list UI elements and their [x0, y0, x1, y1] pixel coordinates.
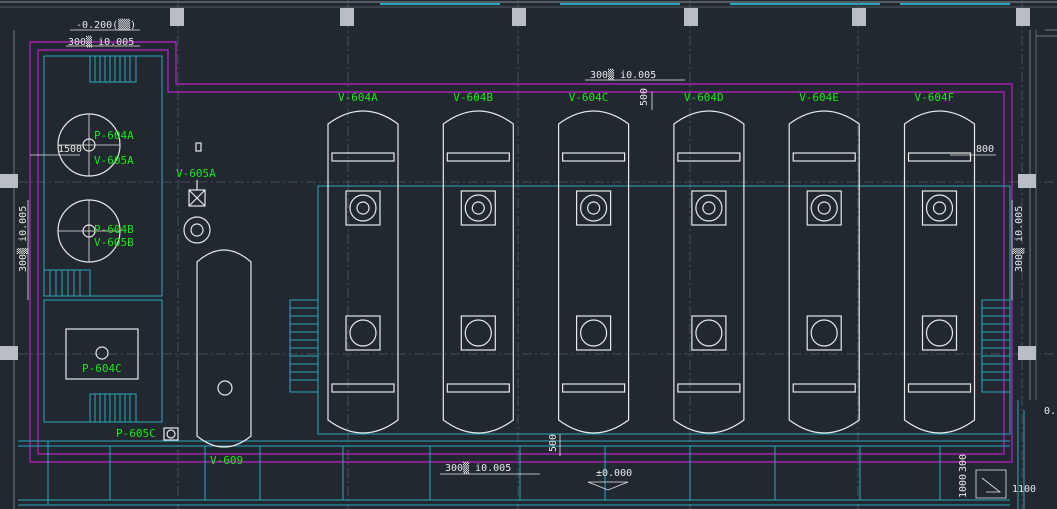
tank-label: V-604B — [453, 91, 493, 104]
cad-drawing: V-604A V-604B V-604C V-604D V-604E V-604F — [0, 0, 1057, 509]
label-v605a: V-605A — [176, 167, 216, 180]
tank-label: V-604F — [915, 91, 955, 104]
tank-v-604e: V-604E — [788, 91, 860, 434]
tank-v-604a: V-604A — [327, 91, 399, 434]
label-p604a: P-604A — [94, 129, 134, 142]
dim-800: 800 — [976, 144, 994, 155]
slope-right: 300▒ i0.005 — [1012, 206, 1025, 272]
axis-grid — [0, 0, 1057, 509]
tank-group: V-604A V-604B V-604C V-604D V-604E V-604F — [327, 91, 976, 434]
labels: -0.200(▒▒) 300▒ i0.005 300▒ i0.005 300▒ … — [16, 18, 1056, 498]
drainage-trench — [18, 55, 1025, 509]
dim-1100: 1100 — [1012, 484, 1036, 495]
slope-bottom: 300▒ i0.005 — [445, 461, 511, 474]
tank-v-604d: V-604D — [673, 91, 745, 434]
dim-1000: 1000 — [958, 474, 969, 498]
tank-v-604c: V-604C — [558, 91, 630, 434]
dim-1500: 1500 — [58, 144, 82, 155]
label-v605b: V-605B — [94, 236, 134, 249]
vessel-v605a — [183, 142, 211, 244]
tank-label: V-604C — [569, 91, 609, 104]
right-edge-note: 0. — [1044, 406, 1056, 417]
tank-label: V-604E — [799, 91, 839, 104]
slope-top: 300▒ i0.005 — [590, 68, 656, 81]
building-walls — [0, 1, 1057, 509]
stairs-left-mid — [43, 269, 91, 297]
dim-500-top: 500 — [639, 88, 650, 106]
tank-v-604f: V-604F — [903, 91, 976, 434]
vessel-v609 — [196, 249, 252, 448]
label-p604c: P-604C — [82, 362, 122, 375]
stairs-left-bottom — [89, 393, 137, 423]
dike-wall — [29, 41, 1013, 463]
tank-v-604b: V-604B — [442, 91, 514, 434]
label-v609: V-609 — [210, 454, 243, 467]
tank-label: V-604D — [684, 91, 724, 104]
label-p605c: P-605C — [116, 427, 156, 440]
dim-300: 300 — [958, 454, 969, 472]
label-p604b: P-604B — [94, 223, 134, 236]
tank-label: V-604A — [338, 91, 378, 104]
slope-left: 300▒ i0.005 — [16, 206, 29, 272]
elevation-zero: ±0.000 — [596, 468, 632, 479]
stairs-tank-right — [981, 299, 1011, 393]
dim-500-bottom: 500 — [548, 434, 559, 452]
pump-p605c — [163, 427, 179, 441]
top-level-note: -0.200(▒▒) — [76, 18, 136, 31]
slope-top-left: 300▒ i0.005 — [68, 35, 134, 48]
label-v605a-lower: V-605A — [94, 154, 134, 167]
stairs-left-top — [89, 55, 137, 83]
stairs-tank-left — [289, 299, 319, 393]
